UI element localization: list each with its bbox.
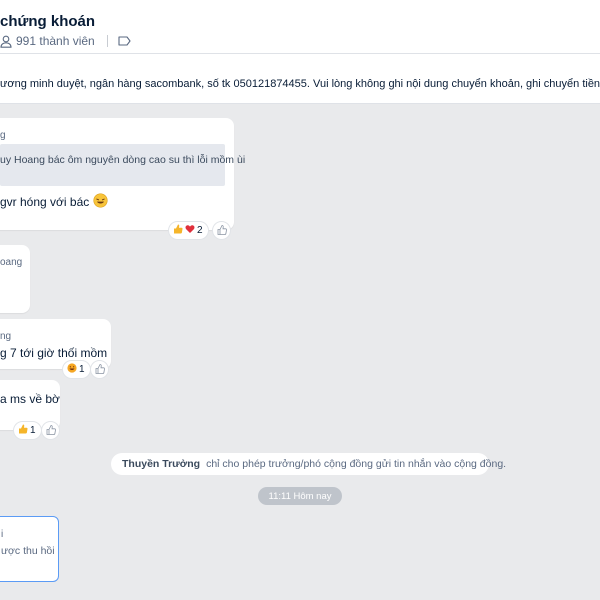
like-outline-icon [95, 361, 105, 379]
sender-name: oang [0, 257, 23, 268]
tag-icon[interactable] [118, 36, 131, 46]
recalled-text: ược thu hồi [1, 545, 55, 557]
reaction-count: 1 [30, 425, 36, 436]
reaction-summary[interactable]: 2 [169, 222, 208, 239]
message-bubble[interactable]: a ms về bờ 1 [0, 380, 60, 439]
quoted-text: uy Hoang bác ôm nguyên dòng cao su thì l… [0, 154, 246, 166]
recalled-line-top: i [1, 529, 4, 540]
member-icon [0, 35, 12, 48]
recalled-message-bubble[interactable]: i ược thu hồi [0, 516, 59, 582]
pinned-notice[interactable]: ương minh duyệt, ngân hàng sacombank, số… [0, 54, 600, 104]
quoted-message[interactable]: uy Hoang bác ôm nguyên dòng cao su thì l… [0, 144, 245, 186]
thumbs-up-icon [173, 224, 183, 237]
member-count[interactable]: 991 thành viên [16, 34, 95, 48]
grinning-face-icon [67, 363, 77, 376]
message-bubble[interactable]: oang [0, 245, 30, 313]
reaction-count: 1 [79, 364, 85, 375]
reaction-summary[interactable]: 1 [63, 361, 90, 378]
time-divider: 11:11 Hôm nay [258, 487, 342, 505]
group-meta: 991 thành viên [0, 33, 131, 49]
message-bubble[interactable]: ng g 7 tới giờ thối mồm 1 [0, 319, 111, 378]
pinned-notice-text: ương minh duyệt, ngân hàng sacombank, số… [0, 78, 600, 90]
sender-name: g [0, 130, 6, 141]
like-outline-icon [46, 422, 56, 440]
divider [106, 35, 108, 47]
heart-icon [185, 224, 195, 237]
like-button[interactable] [91, 361, 108, 378]
like-outline-icon [217, 222, 227, 240]
system-notice: Thuyền Trưởng chỉ cho phép trưởng/phó cộ… [111, 453, 506, 475]
reaction-count: 2 [197, 225, 203, 236]
system-notice-name[interactable]: Thuyền Trưởng [122, 458, 200, 470]
message-text: a ms về bờ [0, 392, 60, 406]
thumbs-up-icon [18, 424, 28, 437]
system-notice-text: chỉ cho phép trưởng/phó cộng đồng gửi ti… [206, 458, 507, 470]
sender-name: ng [0, 331, 12, 342]
message-text-content: gvr hóng với bác [0, 195, 90, 209]
like-button[interactable] [42, 422, 59, 439]
reaction-summary[interactable]: 1 [14, 422, 41, 439]
message-text: g 7 tới giờ thối mồm [0, 346, 108, 360]
message-text: gvr hóng với bác [0, 193, 108, 209]
group-title[interactable]: chứng khoán [0, 13, 95, 30]
laughing-face-icon [93, 193, 108, 208]
message-bubble[interactable]: g uy Hoang bác ôm nguyên dòng cao su thì… [0, 118, 245, 239]
group-header: chứng khoán 991 thành viên [0, 0, 600, 54]
like-button[interactable] [213, 222, 230, 239]
